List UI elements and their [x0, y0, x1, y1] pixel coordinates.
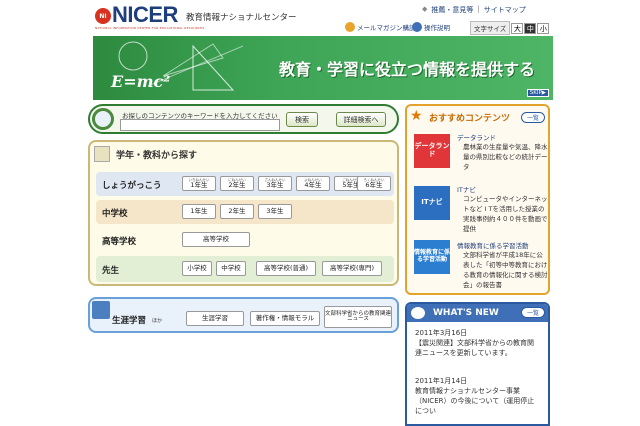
junior-grade-1-button[interactable]: 1年生: [182, 204, 216, 219]
search-input[interactable]: [120, 119, 280, 131]
news-text[interactable]: 【震災関連】文部科学省からの教育関連ニュースを更新しています。: [415, 338, 539, 358]
banner-skip-button[interactable]: SKIP▶: [526, 89, 549, 97]
it-navi-link[interactable]: ITナビ: [457, 184, 476, 194]
news-date: 2011年3月16日: [415, 329, 468, 337]
font-size-switcher: 文字サイズ 大 中 小: [470, 21, 550, 35]
dataland-link[interactable]: データランド: [457, 132, 496, 142]
it-navi-description: コンピュータやインターネットなど I Tを活用した授業の実践事例約４００件を動画…: [463, 195, 548, 233]
star-icon: ★: [410, 108, 423, 124]
grade-row-junior-high: 中学校 1年生 2年生 3年生: [96, 200, 394, 224]
grade-row-high-school: 高等学校 高等学校: [96, 228, 394, 252]
junior-grade-2-button[interactable]: 2年生: [220, 204, 254, 219]
operation-guide-button[interactable]: 操作説明: [412, 20, 450, 34]
search-panel: お探しのコンテンツのキーワードを入力してください 検索 詳細検索へ: [88, 104, 399, 134]
font-size-large-button[interactable]: 大: [511, 22, 524, 34]
news-text[interactable]: 教育情報ナショナルセンター事業（NICER）の今後について（運用停止につい: [415, 386, 539, 416]
news-date: 2011年1月14日: [415, 377, 468, 385]
hero-banner: E=mc² 教育・学習に役立つ情報を提供する SKIP▶: [93, 36, 553, 100]
grade-row-label: 高等学校: [102, 237, 137, 247]
banner-title: 教育・学習に役立つ情報を提供する: [279, 60, 536, 79]
copyright-moral-button[interactable]: 著作権・情報モラル: [250, 311, 320, 326]
magnifier-icon: [92, 108, 114, 130]
lifelong-learning-panel: 生涯学習 ほか 生涯学習 著作権・情報モラル 文部科学省からの教育関連ニュース: [88, 297, 399, 333]
font-size-medium-button[interactable]: 中: [524, 22, 537, 34]
font-size-label: 文字サイズ: [470, 21, 511, 35]
recommended-title: おすすめコンテンツ: [429, 114, 511, 124]
teacher-junior-button[interactable]: 中学校: [216, 261, 246, 276]
logo-subtitle: NATIONAL INFORMATION CENTER FOR EDUCATIO…: [95, 26, 205, 30]
banner-formula: E=mc²: [111, 72, 171, 91]
sitemap-link[interactable]: サイトマップ: [484, 5, 526, 15]
dataland-image[interactable]: データランド: [414, 134, 450, 168]
lifelong-label: 生涯学習: [112, 316, 147, 326]
elementary-grade-4-button[interactable]: よねんせい 4年生: [296, 176, 330, 191]
lifelong-learning-button[interactable]: 生涯学習: [186, 311, 244, 326]
teacher-high-special-button[interactable]: 高等学校(専門): [322, 261, 382, 276]
grade-row-label: 中学校: [102, 209, 128, 219]
logo-mark-icon: NI: [95, 8, 111, 24]
logo-text: NICER: [112, 2, 178, 27]
it-navi-image[interactable]: ITナビ: [414, 186, 450, 220]
grade-subject-panel: 学年・教科から探す しょうがっこう いちねんせい 1年生 にねんせい 2年生 さんね…: [88, 140, 399, 286]
book-icon: [94, 146, 110, 162]
teacher-elementary-button[interactable]: 小学校: [182, 261, 212, 276]
font-size-small-button[interactable]: 小: [537, 22, 550, 34]
search-button[interactable]: 検索: [286, 112, 318, 127]
elementary-grade-3-button[interactable]: さんねんせい 3年生: [258, 176, 292, 191]
elementary-grade-6-button[interactable]: ろくねんせい 6年生: [357, 176, 391, 191]
recommended-list-button[interactable]: 一覧: [521, 112, 545, 123]
mail-magazine-button[interactable]: メールマガジン購読: [345, 20, 416, 34]
news-header: WHAT'S NEW 一覧: [407, 304, 548, 322]
elementary-grade-2-button[interactable]: にねんせい 2年生: [220, 176, 254, 191]
site-title: 教育情報ナショナルセンター: [186, 13, 297, 23]
feedback-link[interactable]: 推薦・意見等: [431, 5, 473, 15]
grade-row-label: 先生: [102, 266, 120, 276]
advanced-search-button[interactable]: 詳細検索へ: [336, 112, 386, 127]
junior-grade-3-button[interactable]: 3年生: [258, 204, 292, 219]
elementary-grade-1-button[interactable]: いちねんせい 1年生: [182, 176, 216, 191]
news-icon: [411, 307, 425, 319]
whats-new-panel: WHAT'S NEW 一覧 2011年3月16日 【震災関連】文部科学省からの教…: [405, 302, 550, 426]
site-logo[interactable]: NI NICER: [95, 4, 178, 26]
mail-icon: [345, 22, 355, 32]
help-icon: [412, 22, 422, 32]
teacher-high-general-button[interactable]: 高等学校(普通): [256, 261, 316, 276]
dataland-description: 農林業の生産量や気温、降水量の県別比較などの統計データ: [463, 143, 548, 171]
operation-guide-label: 操作説明: [424, 24, 450, 32]
lifelong-suffix: ほか: [152, 318, 163, 324]
lifelong-icon: [92, 301, 110, 319]
recommended-panel: ★ おすすめコンテンツ 一覧 データランド データランド 農林業の生産量や気温、…: [405, 104, 550, 295]
mext-news-button[interactable]: 文部科学省からの教育関連ニュース: [324, 306, 392, 328]
news-list-button[interactable]: 一覧: [521, 307, 545, 318]
grade-row-teacher: 先生 小学校 中学校 高等学校(普通) 高等学校(専門): [96, 256, 394, 282]
header: NI NICER NATIONAL INFORMATION CENTER FOR…: [0, 0, 640, 36]
info-education-image[interactable]: 情報教育に係る学習活動: [414, 240, 450, 274]
news-title: WHAT'S NEW: [433, 308, 499, 318]
mail-magazine-label: メールマガジン購読: [357, 24, 416, 32]
info-education-description: 文部科学省が平成18年に公表した「初等中等教育における教育の情報化に関する検討会…: [463, 251, 548, 289]
high-school-button[interactable]: 高等学校: [182, 232, 250, 247]
grade-row-label: しょうがっこう: [102, 181, 162, 191]
top-links: ◆ 推薦・意見等 | サイトマップ: [422, 5, 526, 15]
info-education-link[interactable]: 情報教育に係る学習活動: [457, 240, 529, 250]
grade-panel-title: 学年・教科から探す: [116, 151, 198, 161]
grade-row-elementary: しょうがっこう いちねんせい 1年生 にねんせい 2年生 さんねんせい 3年生 よねん…: [96, 172, 394, 196]
